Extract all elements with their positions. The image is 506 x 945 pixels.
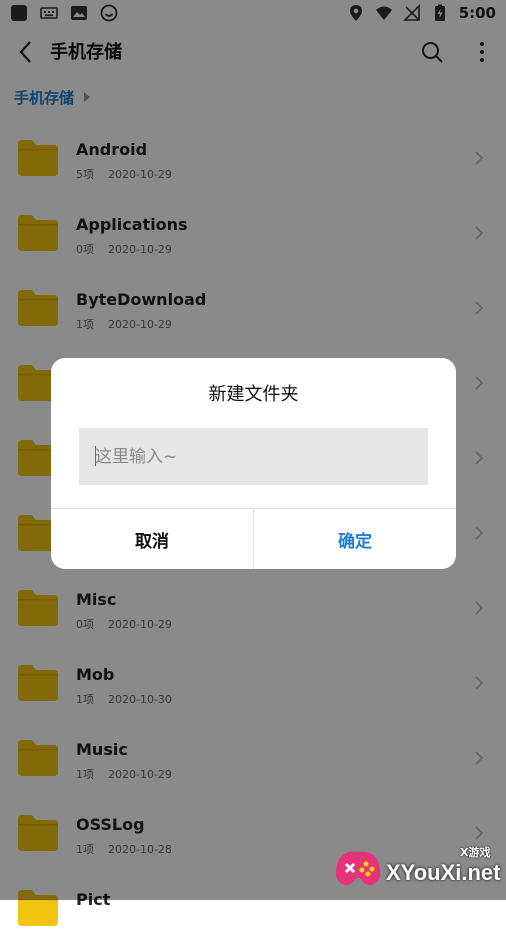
file-meta [76, 916, 90, 929]
cancel-button[interactable]: 取消 [51, 509, 253, 569]
watermark: X游戏 XYouXi.net [332, 840, 502, 896]
new-folder-dialog: 新建文件夹 取消 确定 [51, 358, 456, 569]
gamepad-logo-icon [335, 851, 381, 886]
watermark-text: XYouXi.net [386, 860, 501, 885]
watermark-small-text: X游戏 [460, 846, 491, 859]
folder-name-input[interactable] [79, 428, 428, 485]
dialog-title: 新建文件夹 [208, 384, 299, 405]
confirm-button[interactable]: 确定 [254, 509, 456, 569]
text-cursor [95, 446, 96, 466]
